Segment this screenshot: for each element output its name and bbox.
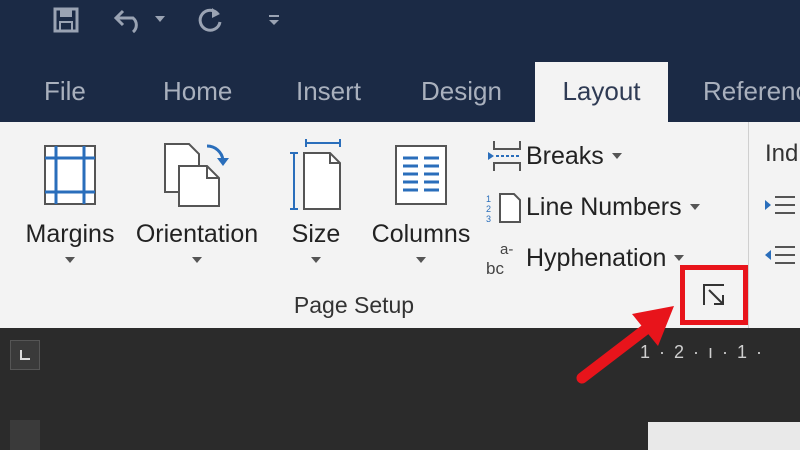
save-icon[interactable] bbox=[46, 0, 86, 40]
chevron-down-icon bbox=[674, 255, 685, 261]
title-bar bbox=[0, 0, 800, 62]
document-page[interactable] bbox=[648, 422, 800, 450]
tab-design[interactable]: Design bbox=[421, 62, 502, 122]
tab-layout[interactable]: Layout bbox=[535, 62, 668, 122]
margins-button[interactable]: Margins bbox=[18, 130, 122, 300]
customize-qat-icon[interactable] bbox=[262, 0, 286, 40]
svg-text:2: 2 bbox=[486, 204, 491, 214]
svg-text:3: 3 bbox=[486, 214, 491, 224]
red-arrow-annotation bbox=[576, 306, 674, 384]
undo-icon[interactable] bbox=[110, 0, 150, 40]
tab-home[interactable]: Home bbox=[163, 62, 232, 122]
chevron-down-icon bbox=[311, 257, 321, 263]
indent-label: Ind bbox=[765, 140, 799, 167]
size-icon bbox=[278, 130, 354, 220]
columns-button[interactable]: Columns bbox=[366, 130, 476, 300]
vertical-ruler bbox=[10, 420, 40, 450]
margins-icon bbox=[18, 130, 122, 220]
paragraph-group: Ind bbox=[748, 122, 800, 328]
tab-file[interactable]: File bbox=[44, 62, 86, 122]
indent-left-icon[interactable] bbox=[765, 194, 795, 216]
orientation-button[interactable]: Orientation bbox=[128, 130, 266, 300]
tab-insert[interactable]: Insert bbox=[296, 62, 361, 122]
hyphenation-label: Hyphenation bbox=[526, 243, 667, 272]
svg-text:a-: a- bbox=[500, 241, 513, 258]
size-button[interactable]: Size bbox=[278, 130, 354, 300]
hyphenation-button[interactable]: a-bc Hyphenation bbox=[486, 238, 685, 278]
orientation-label: Orientation bbox=[135, 220, 259, 248]
page-setup-dialog-launcher[interactable] bbox=[680, 265, 748, 325]
margins-label: Margins bbox=[25, 220, 115, 248]
orientation-icon bbox=[128, 130, 266, 220]
ribbon-tab-bar: File Home Insert Design Layout Referenc bbox=[0, 62, 800, 122]
chevron-down-icon bbox=[65, 257, 75, 263]
svg-text:1: 1 bbox=[486, 194, 491, 204]
columns-icon bbox=[366, 130, 476, 220]
columns-label: Columns bbox=[371, 220, 471, 248]
line-numbers-button[interactable]: 123 Line Numbers bbox=[486, 187, 700, 227]
left-tab-icon bbox=[20, 350, 30, 360]
line-numbers-label: Line Numbers bbox=[526, 192, 682, 221]
indent-right-icon[interactable] bbox=[765, 244, 795, 266]
undo-dropdown-icon[interactable] bbox=[150, 0, 170, 40]
chevron-down-icon bbox=[611, 153, 622, 159]
breaks-label: Breaks bbox=[526, 141, 604, 170]
line-numbers-icon: 123 bbox=[486, 190, 526, 224]
tab-references[interactable]: Referenc bbox=[703, 62, 800, 122]
chevron-down-icon bbox=[689, 204, 700, 210]
chevron-down-icon bbox=[192, 257, 202, 263]
breaks-button[interactable]: Breaks bbox=[486, 136, 622, 176]
dialog-launcher-icon bbox=[703, 284, 724, 305]
svg-text:bc: bc bbox=[486, 259, 504, 276]
hyphenation-icon: a-bc bbox=[486, 240, 526, 276]
chevron-down-icon bbox=[416, 257, 426, 263]
size-label: Size bbox=[291, 220, 341, 248]
tab-selector[interactable] bbox=[10, 340, 40, 370]
redo-icon[interactable] bbox=[190, 0, 230, 40]
breaks-icon bbox=[486, 139, 526, 173]
